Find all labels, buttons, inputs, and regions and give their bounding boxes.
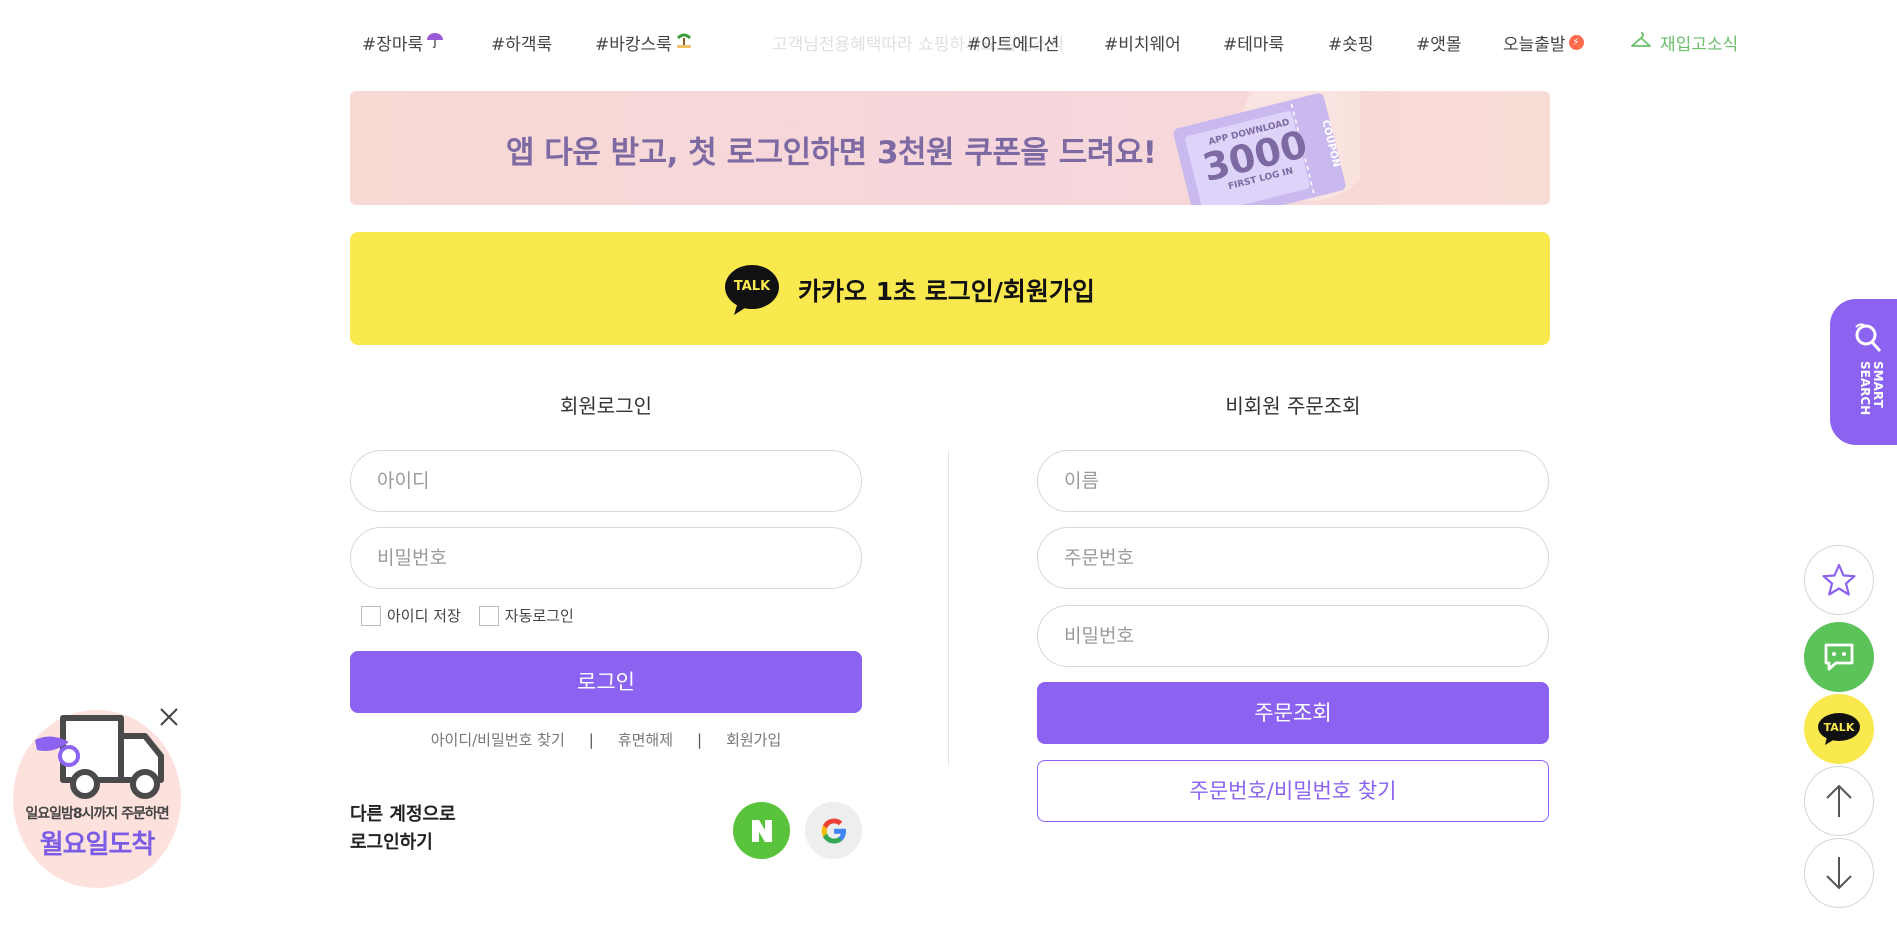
restock-link[interactable]: 재입고소식	[1630, 30, 1738, 55]
hanger-icon	[1630, 31, 1652, 54]
kakao-talk-icon: TALK	[724, 264, 780, 316]
delivery-big-text: 월요일도착	[39, 830, 156, 860]
chat-icon	[1824, 643, 1854, 671]
signup-link[interactable]: 회원가입	[726, 729, 781, 750]
delivery-small-text: 일요일밤8시까지 주문하면	[25, 806, 169, 822]
kakao-talk-badge: TALK	[733, 279, 771, 294]
other-login-label: 다른 계정으로 로그인하기	[350, 804, 456, 853]
nav-tag-art-edition[interactable]: #아트에디션	[967, 30, 1059, 55]
column-divider	[948, 450, 949, 766]
kakao-login-label: 카카오 1초 로그인/회원가입	[798, 277, 1095, 306]
save-id-box[interactable]	[361, 605, 381, 626]
save-id-checkbox[interactable]: 아이디 저장	[361, 605, 461, 626]
nav-today-ship[interactable]: 오늘출발 ⚡	[1503, 30, 1584, 55]
find-id-password-link[interactable]: 아이디/비밀번호 찾기	[431, 729, 565, 750]
dormant-release-link[interactable]: 휴면해제	[618, 729, 673, 750]
nav-tag-theme[interactable]: #테마룩	[1223, 30, 1284, 55]
auto-login-box[interactable]	[478, 605, 499, 626]
arrow-up-icon	[1826, 784, 1852, 817]
guest-order-title: 비회원 주문조회	[1225, 394, 1361, 418]
kakao-talk-button[interactable]: TALK	[1804, 694, 1874, 764]
app-download-banner[interactable]: 앱 다운 받고, 첫 로그인하면 3천원 쿠폰을 드려요! APP DOWNLO…	[350, 91, 1550, 205]
coupon-graphic: APP DOWNLOAD 3000 FIRST LOG IN COUPON	[1160, 91, 1380, 205]
smart-search-tab[interactable]: SMART SEARCH	[1830, 299, 1897, 445]
nav-tag-app-mall[interactable]: #앳몰	[1416, 30, 1462, 55]
naver-icon	[751, 819, 772, 842]
chat-button[interactable]	[1804, 622, 1874, 692]
auto-login-checkbox[interactable]: 자동로그인	[478, 605, 574, 626]
star-icon	[1822, 563, 1856, 596]
kakao-login-button[interactable]: TALK 카카오 1초 로그인/회원가입	[350, 232, 1550, 345]
nav-tag-shopping[interactable]: #숏핑	[1328, 30, 1374, 55]
find-order-password-button[interactable]: 주문번호/비밀번호 찾기	[1037, 760, 1549, 822]
banner-text: 앱 다운 받고, 첫 로그인하면 3천원 쿠폰을 드려요!	[506, 135, 1157, 171]
account-links: 아이디/비밀번호 찾기 | 휴면해제 | 회원가입	[350, 729, 862, 750]
member-password-input[interactable]	[350, 527, 862, 589]
kakao-talk-bubble-icon: TALK	[1817, 712, 1861, 746]
smart-search-icon	[1855, 323, 1882, 352]
guest-order-number-input[interactable]	[1037, 527, 1549, 589]
arrow-down-icon	[1826, 857, 1852, 890]
google-login-button[interactable]	[805, 802, 862, 859]
bolt-icon: ⚡	[1568, 35, 1584, 50]
nav-tag-jangma[interactable]: #장마룩	[362, 30, 444, 55]
favorite-button[interactable]	[1804, 545, 1874, 615]
link-separator: |	[697, 730, 703, 749]
palm-icon	[675, 31, 693, 54]
nav-tag-hagaek[interactable]: #하객룩	[491, 30, 552, 55]
google-icon	[821, 818, 846, 843]
order-lookup-button[interactable]: 주문조회	[1037, 682, 1549, 744]
link-separator: |	[588, 730, 594, 749]
scroll-top-button[interactable]	[1804, 766, 1874, 836]
close-icon[interactable]	[158, 706, 180, 728]
login-options: 아이디 저장 자동로그인	[361, 605, 574, 626]
member-id-input[interactable]	[350, 450, 862, 512]
umbrella-icon	[426, 31, 444, 54]
nav-tag-vacance[interactable]: #바캉스룩	[595, 30, 693, 55]
smart-search-label: SMART SEARCH	[1858, 361, 1885, 416]
truck-icon	[35, 715, 164, 799]
nav-tag-beachwear[interactable]: #비치웨어	[1104, 30, 1181, 55]
guest-name-input[interactable]	[1037, 450, 1549, 512]
monday-delivery-badge[interactable]: 일요일밤8시까지 주문하면 월요일도착	[13, 710, 181, 888]
naver-login-button[interactable]	[733, 802, 790, 859]
member-login-title: 회원로그인	[560, 394, 652, 418]
guest-password-input[interactable]	[1037, 605, 1549, 667]
top-nav: 고객님전용혜택따라 쇼핑하세요 알림소식 #장마룩 #하객룩 #바캉스룩 #아트…	[0, 30, 1897, 55]
scroll-bottom-button[interactable]	[1804, 838, 1874, 908]
login-button[interactable]: 로그인	[350, 651, 862, 713]
